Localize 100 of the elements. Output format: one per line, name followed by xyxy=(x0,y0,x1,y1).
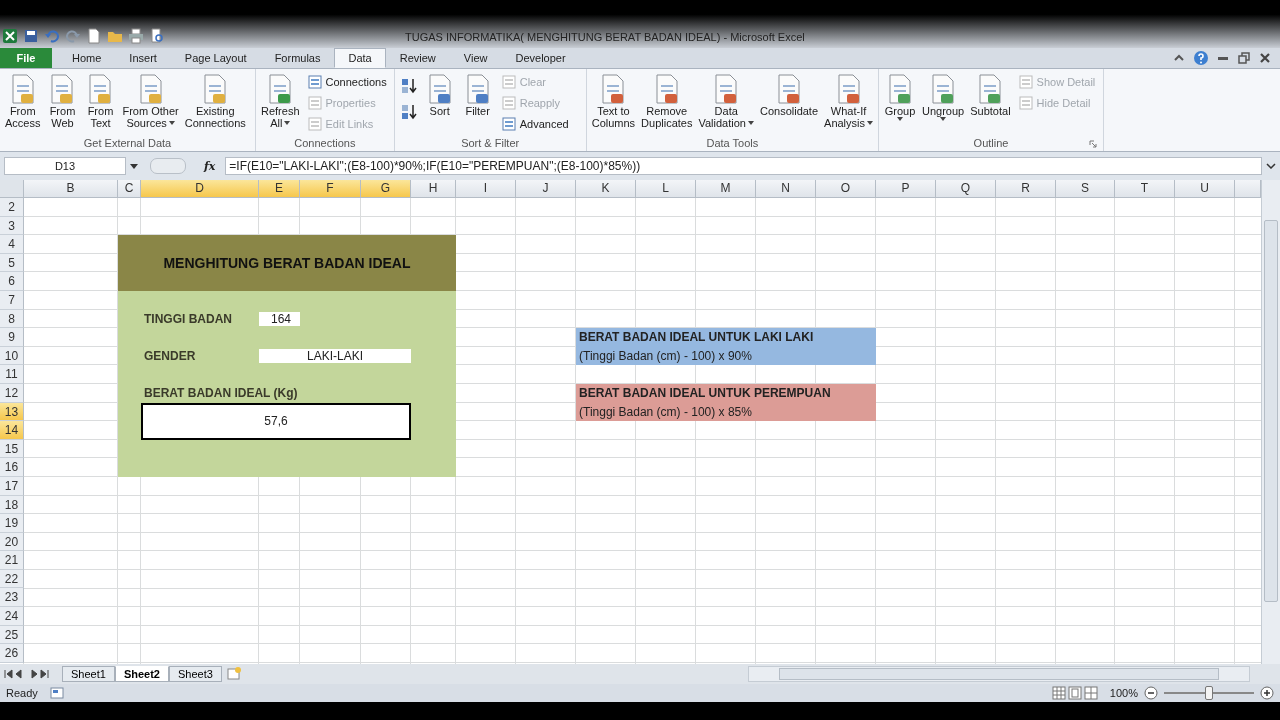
undo-icon[interactable] xyxy=(44,28,60,44)
window-title: TUGAS INFORMATIKA( MENGHITUNG BERAT BADAN IDEAL) - Microsoft Excel xyxy=(405,31,805,44)
note-formula: (Tinggi Badan (cm) - 100) x 85% xyxy=(579,404,753,419)
row-header[interactable]: 19 xyxy=(0,514,24,533)
ribbon-button[interactable]: What-If Analysis xyxy=(822,73,875,129)
row-header[interactable]: 6 xyxy=(0,272,24,291)
row-header[interactable]: 11 xyxy=(0,365,24,384)
row-header[interactable]: 16 xyxy=(0,458,24,477)
help-icon[interactable] xyxy=(1193,50,1209,66)
column-header[interactable]: P xyxy=(876,180,936,198)
group-label: Get External Data xyxy=(83,137,172,149)
row-header[interactable]: 9 xyxy=(0,328,24,347)
row-header[interactable]: 23 xyxy=(0,588,24,608)
row-header[interactable]: 14 xyxy=(0,421,24,440)
ribbon-tab[interactable]: Page Layout xyxy=(170,48,261,68)
ribbon-button[interactable]: Refresh All xyxy=(259,73,302,129)
ribbon-tab[interactable]: Insert xyxy=(115,48,171,68)
row-header[interactable]: 2 xyxy=(0,198,24,217)
ribbon-button[interactable]: Remove Duplicates xyxy=(639,73,695,129)
close-icon[interactable] xyxy=(1258,51,1272,65)
macro-record-icon[interactable] xyxy=(49,686,64,700)
ribbon-button[interactable]: Filter xyxy=(459,73,496,117)
row-header[interactable]: 4 xyxy=(0,235,24,254)
column-header[interactable]: O xyxy=(816,180,876,198)
insert-function-button[interactable]: fx xyxy=(198,159,222,173)
new-document-icon[interactable] xyxy=(86,28,102,44)
ribbon-button[interactable]: Sort xyxy=(421,73,458,117)
result-label: BERAT BADAN IDEAL (Kg) xyxy=(144,386,298,401)
sheet-tab[interactable]: Sheet1 xyxy=(62,666,115,682)
ribbon-tab[interactable]: Data xyxy=(334,48,386,68)
ribbon-button[interactable]: Subtotal xyxy=(968,73,1013,117)
ribbon-button[interactable]: From Access xyxy=(3,73,43,129)
print-preview-icon[interactable] xyxy=(149,28,165,44)
restore-icon[interactable] xyxy=(1237,51,1251,65)
column-header[interactable]: J xyxy=(516,180,576,198)
zoom-level[interactable]: 100% xyxy=(1109,687,1138,699)
column-header[interactable]: F xyxy=(300,180,361,198)
vertical-scrollbar[interactable] xyxy=(1261,180,1280,664)
column-header[interactable]: L xyxy=(636,180,696,198)
ribbon-tab[interactable]: Home xyxy=(58,48,116,68)
ribbon-small-button[interactable]: Advanced xyxy=(499,115,571,133)
column-header[interactable]: Q xyxy=(936,180,996,198)
column-header[interactable]: D xyxy=(141,180,259,198)
group-label: Data Tools xyxy=(706,137,759,149)
field-label: GENDER xyxy=(144,349,196,364)
column-header[interactable]: C xyxy=(118,180,141,198)
column-header[interactable]: M xyxy=(696,180,756,198)
file-tab[interactable]: File xyxy=(0,48,52,68)
column-header[interactable]: K xyxy=(576,180,636,198)
column-header[interactable]: B xyxy=(24,180,118,198)
redo-icon[interactable] xyxy=(65,28,81,44)
list-icon xyxy=(1018,75,1033,89)
ribbon-small-button[interactable]: Connections xyxy=(305,73,389,91)
ribbon-tab[interactable]: Review xyxy=(385,48,450,68)
printer-icon[interactable] xyxy=(128,28,144,44)
zoom-in-icon[interactable] xyxy=(1260,686,1274,700)
ribbon-button[interactable]: From Text xyxy=(82,73,119,129)
name-box[interactable]: D13 xyxy=(4,157,126,175)
horizontal-scrollbar[interactable] xyxy=(748,666,1250,682)
column-header[interactable]: N xyxy=(756,180,816,198)
normal-view-icon[interactable] xyxy=(1051,686,1066,700)
ribbon-button[interactable]: From Web xyxy=(44,73,81,129)
ribbon-button[interactable]: Group xyxy=(882,73,918,121)
zoom-out-icon[interactable] xyxy=(1144,686,1158,700)
column-header[interactable]: H xyxy=(411,180,456,198)
column-header[interactable]: G xyxy=(361,180,411,198)
ribbon-tab[interactable]: Developer xyxy=(501,48,580,68)
column-header[interactable]: E xyxy=(259,180,300,198)
list-icon xyxy=(501,75,516,89)
ribbon-button[interactable]: From Other Sources xyxy=(120,73,181,129)
row-header[interactable]: 26 xyxy=(0,644,24,663)
ribbon-tab[interactable]: View xyxy=(449,48,502,68)
column-header[interactable]: R xyxy=(996,180,1056,198)
column-header[interactable]: S xyxy=(1056,180,1115,198)
sheet-tab[interactable]: Sheet2 xyxy=(114,666,169,682)
ribbon-button[interactable]: Text to Columns xyxy=(589,73,638,129)
result-cell[interactable]: 57,6 xyxy=(141,402,411,440)
expand-icon[interactable] xyxy=(1266,163,1276,169)
page-break-view-icon[interactable] xyxy=(1083,686,1098,700)
ribbon-button[interactable]: Consolidate xyxy=(757,73,821,117)
ribbon-button[interactable]: Existing Connections xyxy=(182,73,248,129)
row-header[interactable]: 21 xyxy=(0,551,24,570)
status-text: Ready xyxy=(6,687,38,699)
sheet-tab[interactable]: Sheet3 xyxy=(168,666,222,682)
ribbon-tab[interactable]: Formulas xyxy=(260,48,335,68)
column-header[interactable]: I xyxy=(456,180,516,198)
formula-field[interactable]: =IF(E10="LAKI-LAKI";(E8-100)*90%;IF(E10="PEREMPUAN";(E8-100)*85%)) xyxy=(225,157,1262,175)
ribbon-button[interactable]: Data Validation xyxy=(696,73,756,129)
column-header[interactable]: T xyxy=(1115,180,1175,198)
column-header[interactable]: U xyxy=(1175,180,1235,198)
dialog-launcher-icon[interactable] xyxy=(1089,140,1097,148)
page-layout-view-icon[interactable] xyxy=(1067,686,1082,700)
caret-icon[interactable] xyxy=(130,163,138,169)
sort-descending-icon[interactable] xyxy=(399,103,418,121)
row-header[interactable]: 24 xyxy=(0,607,24,626)
ribbon-button[interactable]: Ungroup xyxy=(920,73,967,121)
sort-ascending-icon[interactable] xyxy=(399,77,418,95)
save-icon[interactable] xyxy=(23,28,39,44)
zoom-slider-thumb[interactable] xyxy=(1205,686,1213,700)
group-label: Connections xyxy=(294,137,356,149)
